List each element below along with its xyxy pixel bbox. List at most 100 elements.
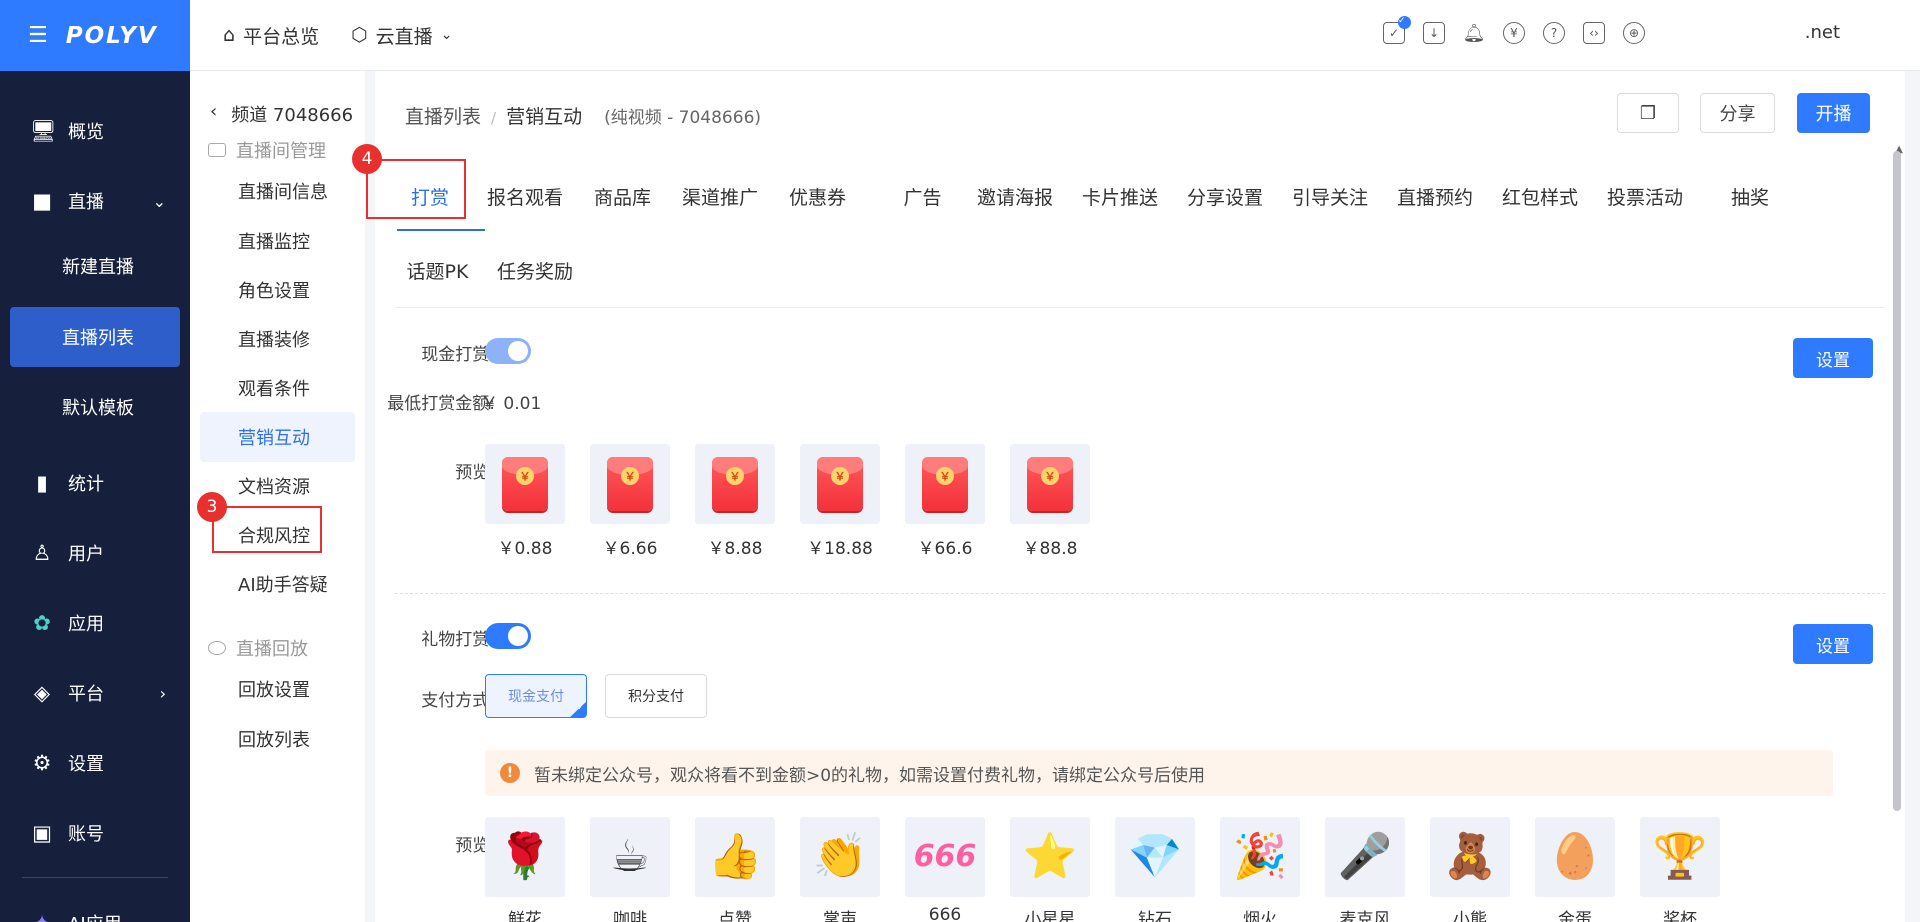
pay-points-option[interactable]: 积分支付 bbox=[605, 674, 707, 718]
polyv-logo[interactable]: POLYV bbox=[66, 23, 158, 49]
yuan-icon[interactable]: ¥ bbox=[1503, 22, 1525, 44]
sidebar-item-ai[interactable]: ✦ AI应用 bbox=[10, 893, 180, 922]
sidebar-item-new-live[interactable]: 新建直播 bbox=[10, 236, 180, 296]
notification-dot: ✓ bbox=[1398, 16, 1411, 29]
gift-settings-button[interactable]: 设置 bbox=[1793, 624, 1873, 664]
platform-overview-label: 平台总览 bbox=[243, 25, 320, 48]
sidebar-item-stats[interactable]: ▮ 统计 bbox=[10, 453, 180, 513]
sidebar-item-label: 默认模板 bbox=[62, 398, 134, 419]
tab-vote[interactable]: 投票活动 bbox=[1600, 183, 1690, 210]
header-icons: ✓ ✓ ↓ 🔔︎ ¥ ? ‹› ⊕ bbox=[1383, 16, 1645, 44]
tab-task-reward[interactable]: 任务奖励 bbox=[490, 257, 580, 284]
tab-reservation[interactable]: 直播预约 bbox=[1390, 183, 1480, 210]
sidebar-item-live-list[interactable]: 直播列表 bbox=[10, 307, 180, 367]
cash-price: ￥18.88 bbox=[807, 539, 873, 559]
sidebar-item-account[interactable]: ▣ 账号 bbox=[10, 803, 180, 863]
tab-products[interactable]: 商品库 bbox=[585, 183, 660, 210]
gift-icon: 👍 bbox=[707, 831, 763, 882]
subnav-item-roles[interactable]: 角色设置 bbox=[200, 265, 355, 315]
step-badge: 4 bbox=[352, 144, 382, 174]
subnav-item-ai-assistant[interactable]: AI助手答疑 bbox=[200, 559, 355, 609]
tab-card-push[interactable]: 卡片推送 bbox=[1075, 183, 1165, 210]
tab-signup[interactable]: 报名观看 bbox=[480, 183, 570, 210]
sparkle-icon: ✦ bbox=[30, 911, 54, 922]
gift-tile: 🏆 bbox=[1640, 817, 1720, 897]
sidebar-divider bbox=[22, 877, 168, 878]
logo-bar: ☰ POLYV bbox=[0, 0, 190, 71]
breadcrumb-live-list[interactable]: 直播列表 bbox=[405, 102, 481, 129]
copy-button[interactable]: ❐ bbox=[1617, 93, 1679, 133]
gift-icon: 🎤 bbox=[1337, 831, 1393, 882]
tab-redpacket-style[interactable]: 红包样式 bbox=[1495, 183, 1585, 210]
subnav-item-room-info[interactable]: 直播间信息 bbox=[200, 166, 355, 216]
gift-reward-label: 礼物打赏: bbox=[421, 630, 495, 650]
redpack-tile bbox=[800, 444, 880, 524]
help-icon[interactable]: ? bbox=[1543, 22, 1565, 44]
gift-name: 钻石 bbox=[1138, 910, 1172, 922]
sidebar-item-settings[interactable]: ⚙ 设置 bbox=[10, 733, 180, 793]
start-live-button[interactable]: 开播 bbox=[1797, 93, 1870, 133]
sidebar-item-label: 用户 bbox=[68, 544, 104, 565]
cash-preview-label: 预览: bbox=[455, 463, 495, 483]
cloud-live-menu[interactable]: ⬡ 云直播 ⌄ bbox=[351, 22, 452, 49]
subnav-item-replay-list[interactable]: 回放列表 bbox=[200, 714, 355, 764]
gift-reward-toggle[interactable] bbox=[485, 623, 531, 649]
tab-follow-guide[interactable]: 引导关注 bbox=[1285, 183, 1375, 210]
sidebar-item-live[interactable]: ■ 直播 ⌄ bbox=[10, 171, 180, 231]
vertical-scrollbar[interactable] bbox=[1893, 151, 1901, 811]
highlight-box bbox=[366, 159, 466, 219]
gift-name: 666 bbox=[928, 905, 962, 922]
tab-channel-promo[interactable]: 渠道推广 bbox=[675, 183, 765, 210]
account-domain[interactable]: .net bbox=[1805, 22, 1840, 43]
platform-overview-link[interactable]: ⌂ 平台总览 bbox=[223, 22, 319, 49]
tab-share-settings[interactable]: 分享设置 bbox=[1180, 183, 1270, 210]
gift-tile: 🥚 bbox=[1535, 817, 1615, 897]
sidebar-item-users[interactable]: ♙ 用户 bbox=[10, 523, 180, 583]
tab-coupon[interactable]: 优惠券 bbox=[780, 183, 855, 210]
home-icon: ⌂ bbox=[223, 24, 236, 46]
red-envelope-icon bbox=[712, 457, 758, 511]
code-icon[interactable]: ‹› bbox=[1583, 22, 1605, 44]
gift-name: 小星星 bbox=[1024, 910, 1076, 922]
task-icon[interactable]: ✓ ✓ bbox=[1383, 16, 1411, 44]
subnav-item-watch-conditions[interactable]: 观看条件 bbox=[200, 363, 355, 413]
back-to-channel[interactable]: ‹ 频道 7048666 bbox=[210, 101, 353, 127]
warning-text: 暂未绑定公众号，观众将看不到金额>0的礼物，如需设置付费礼物，请绑定公众号后使用 bbox=[534, 765, 1206, 786]
main-content: 直播列表 / 营销互动 (纯视频 - 7048666) ❐ 分享 开播 打赏 报… bbox=[352, 71, 1905, 922]
gift-tile: 🎉 bbox=[1220, 817, 1300, 897]
gift-tile: 🧸 bbox=[1430, 817, 1510, 897]
tab-invite-poster[interactable]: 邀请海报 bbox=[970, 183, 1060, 210]
chevron-down-icon: ⌄ bbox=[152, 191, 166, 211]
subnav-item-monitor[interactable]: 直播监控 bbox=[200, 216, 355, 266]
sidebar-item-overview[interactable]: 🖥 概览 bbox=[10, 101, 180, 161]
id-card-icon: ▣ bbox=[32, 821, 52, 845]
subnav-item-replay-settings[interactable]: 回放设置 bbox=[200, 664, 355, 714]
gear-icon: ⚙ bbox=[32, 751, 52, 775]
gift-tile: ☕ bbox=[590, 817, 670, 897]
sidebar-item-default-template[interactable]: 默认模板 bbox=[10, 377, 180, 437]
main-sidebar: ☰ POLYV 🖥 概览 ■ 直播 ⌄ 新建直播 直播列表 默认模板 ▮ 统计 … bbox=[0, 0, 190, 922]
sidebar-item-apps[interactable]: ✿ 应用 bbox=[10, 593, 180, 653]
cash-settings-button[interactable]: 设置 bbox=[1793, 338, 1873, 378]
subnav-item-marketing[interactable]: 营销互动 bbox=[200, 412, 355, 462]
tab-ads[interactable]: 广告 bbox=[885, 183, 960, 210]
globe-icon[interactable]: ⊕ bbox=[1623, 22, 1645, 44]
sidebar-item-label: 应用 bbox=[68, 614, 104, 635]
sidebar-item-label: AI应用 bbox=[68, 910, 122, 922]
tab-topic-pk[interactable]: 话题PK bbox=[395, 257, 480, 284]
cash-reward-toggle[interactable] bbox=[485, 338, 531, 364]
share-button[interactable]: 分享 bbox=[1700, 93, 1775, 133]
sidebar-item-platform[interactable]: ◈ 平台 › bbox=[10, 663, 180, 723]
bell-icon[interactable]: 🔔︎ bbox=[1463, 22, 1486, 44]
group-label: 直播回放 bbox=[236, 639, 308, 660]
breadcrumb: 直播列表 / 营销互动 (纯视频 - 7048666) bbox=[405, 102, 761, 129]
min-amount-label: 最低打赏金额: bbox=[387, 394, 495, 414]
sidebar-item-label: 账号 bbox=[68, 824, 104, 845]
pay-cash-option[interactable]: 现金支付 bbox=[485, 674, 587, 718]
download-icon[interactable]: ↓ bbox=[1423, 22, 1445, 44]
tab-lottery[interactable]: 抽奖 bbox=[1705, 183, 1795, 210]
min-amount-value: ￥ 0.01 bbox=[481, 394, 542, 414]
subnav-item-decoration[interactable]: 直播装修 bbox=[200, 314, 355, 364]
menu-icon[interactable]: ☰ bbox=[28, 23, 48, 48]
sidebar-item-label: 设置 bbox=[68, 754, 104, 775]
